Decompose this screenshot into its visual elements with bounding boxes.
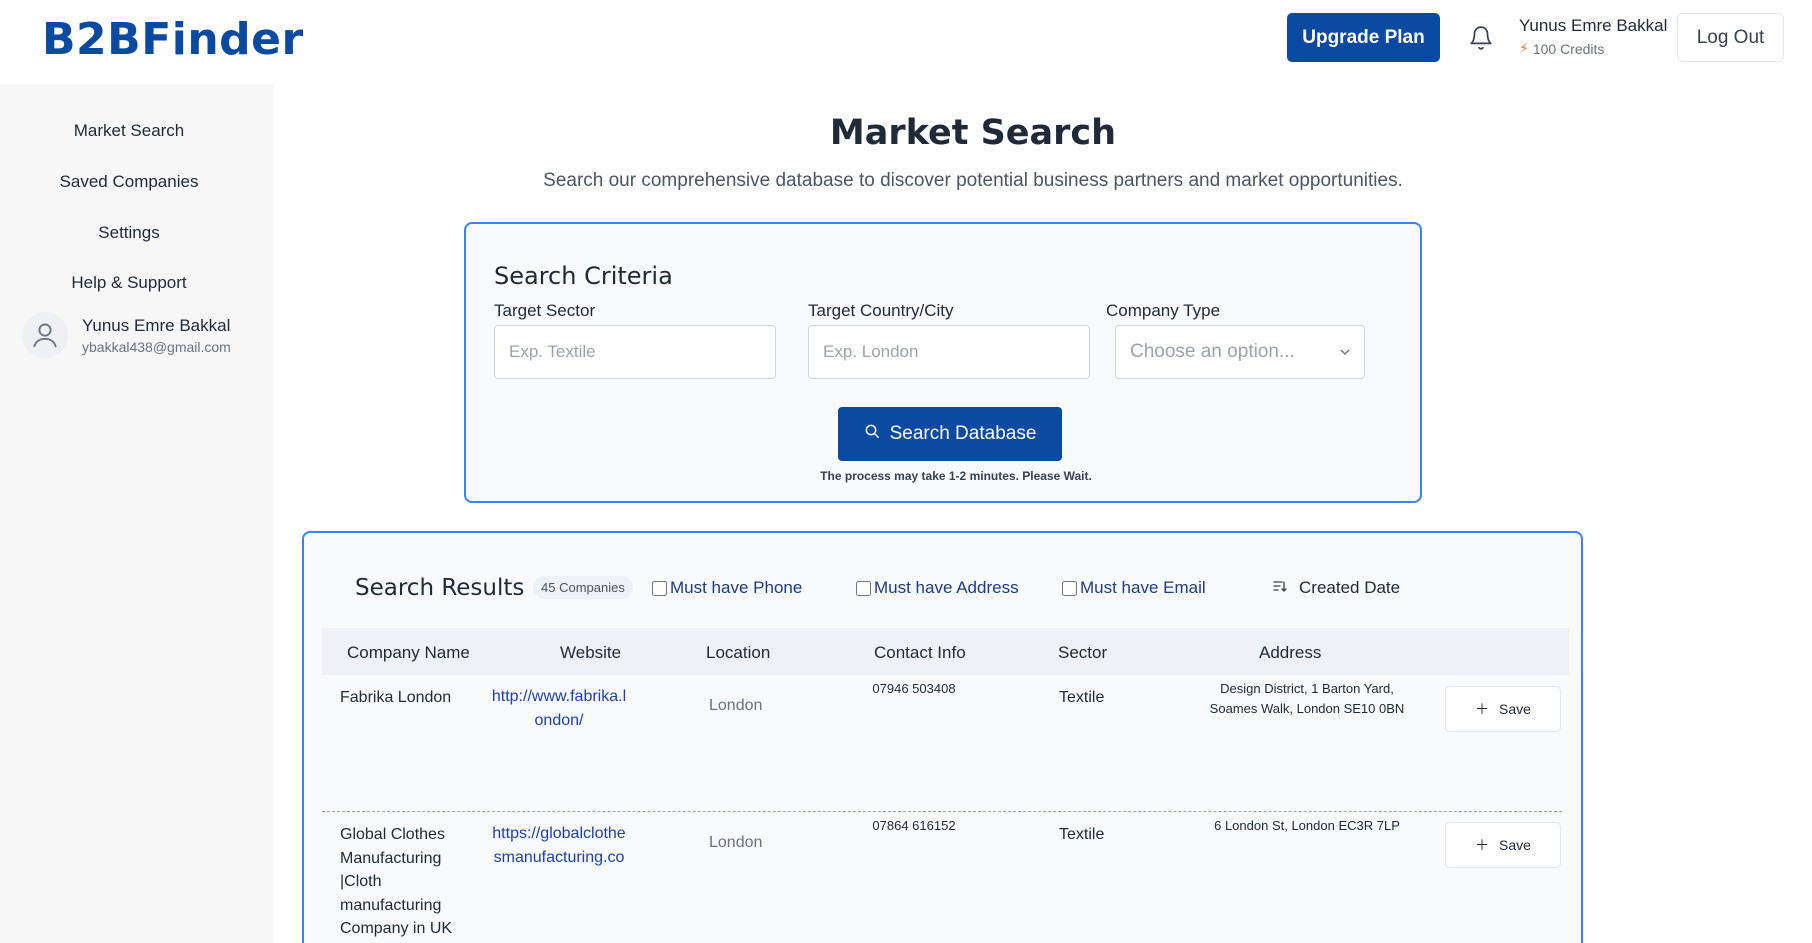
sidebar-item-market-search[interactable]: Market Search — [0, 121, 258, 141]
filter-must-have-address[interactable]: Must have Address — [856, 578, 1019, 598]
website-link[interactable]: http://www.fabrika.l ondon/ — [484, 685, 634, 732]
col-sector[interactable]: Sector — [1058, 643, 1107, 663]
user-avatar-icon — [22, 312, 68, 358]
save-button[interactable]: ＋ Save — [1445, 822, 1561, 868]
sidebar-user-email: ybakkal438@gmail.com — [82, 338, 231, 355]
col-location[interactable]: Location — [706, 643, 770, 663]
sector-cell: Textile — [1059, 689, 1105, 706]
sidebar-user-name: Yunus Emre Bakkal — [82, 315, 231, 335]
website-link[interactable]: https://globalclothe smanufacturing.co — [484, 822, 634, 869]
contact-cell: 07946 503408 — [872, 681, 956, 696]
col-website[interactable]: Website — [560, 643, 621, 663]
sidebar-user[interactable]: Yunus Emre Bakkal ybakkal438@gmail.com — [22, 312, 231, 358]
page-title: Market Search — [829, 113, 1117, 153]
company-type-select[interactable]: Choose an option... — [1115, 325, 1365, 379]
plus-icon: ＋ — [1475, 837, 1490, 853]
sidebar-item-help-support[interactable]: Help & Support — [0, 273, 258, 293]
sort-label: Created Date — [1299, 578, 1401, 597]
header-user: Yunus Emre Bakkal ⚡ 100 Credits — [1519, 16, 1667, 57]
filter-must-have-phone[interactable]: Must have Phone — [652, 578, 802, 598]
address-cell: Design District, 1 Barton Yard, Soames W… — [1209, 681, 1405, 716]
search-criteria-title: Search Criteria — [494, 262, 673, 290]
col-company-name[interactable]: Company Name — [347, 643, 470, 663]
location-cell: London — [709, 697, 763, 714]
address-checkbox[interactable] — [856, 580, 871, 596]
sort-icon — [1273, 578, 1287, 598]
search-results-title: Search Results — [355, 575, 525, 601]
filter-must-have-email[interactable]: Must have Email — [1062, 578, 1206, 598]
address-cell: 6 London St, London EC3R 7LP — [1214, 818, 1400, 833]
credits-text: 100 Credits — [1532, 40, 1605, 57]
plus-icon: ＋ — [1475, 701, 1490, 717]
table-header: Company Name Website Location Contact In… — [322, 628, 1569, 675]
target-country-input[interactable] — [808, 325, 1090, 379]
credits-indicator: ⚡ 100 Credits — [1519, 40, 1667, 57]
app-logo[interactable]: B2BFinder — [42, 14, 304, 65]
contact-cell: 07864 616152 — [872, 818, 956, 833]
search-icon — [864, 423, 880, 445]
col-contact-info[interactable]: Contact Info — [874, 643, 966, 663]
location-cell: London — [709, 834, 763, 851]
header-user-name: Yunus Emre Bakkal — [1519, 16, 1668, 35]
target-country-label: Target Country/City — [808, 301, 954, 320]
bell-icon[interactable] — [1468, 24, 1494, 52]
search-results-card: Search Results 45 Companies Must have Ph… — [302, 531, 1583, 943]
target-sector-input[interactable] — [494, 325, 776, 379]
row-divider — [322, 811, 1562, 812]
sort-control[interactable]: Created Date — [1273, 578, 1400, 598]
sector-cell: Textile — [1059, 826, 1105, 843]
phone-filter-label: Must have Phone — [670, 578, 803, 597]
sidebar: Market Search Saved Companies Settings H… — [0, 84, 273, 943]
top-bar: B2BFinder Upgrade Plan Yunus Emre Bakkal… — [0, 0, 1812, 84]
email-checkbox[interactable] — [1062, 580, 1077, 596]
email-filter-label: Must have Email — [1080, 578, 1206, 597]
chevron-down-icon — [1340, 345, 1350, 359]
lightning-icon: ⚡ — [1519, 40, 1529, 56]
logout-button[interactable]: Log Out — [1677, 13, 1784, 62]
address-filter-label: Must have Address — [874, 578, 1019, 597]
company-type-value: Choose an option... — [1130, 341, 1295, 362]
wait-note: The process may take 1-2 minutes. Please… — [820, 469, 1092, 483]
results-count-badge: 45 Companies — [533, 576, 633, 599]
upgrade-plan-button[interactable]: Upgrade Plan — [1287, 13, 1440, 62]
company-name-cell: Fabrika London — [340, 689, 452, 706]
save-button[interactable]: ＋ Save — [1445, 686, 1561, 732]
phone-checkbox[interactable] — [652, 580, 667, 596]
col-address[interactable]: Address — [1259, 643, 1321, 663]
company-type-label: Company Type — [1106, 301, 1221, 320]
target-sector-label: Target Sector — [494, 301, 596, 320]
page-subtitle: Search our comprehensive database to dis… — [543, 170, 1403, 191]
sidebar-item-settings[interactable]: Settings — [0, 223, 258, 243]
search-database-button[interactable]: Search Database — [838, 407, 1062, 461]
search-criteria-card: Search Criteria Target Sector Target Cou… — [464, 222, 1422, 503]
search-database-label: Search Database — [889, 423, 1037, 444]
sidebar-item-saved-companies[interactable]: Saved Companies — [0, 172, 258, 192]
company-name-cell: Global Clothes Manufacturing |Cloth manu… — [340, 826, 453, 937]
